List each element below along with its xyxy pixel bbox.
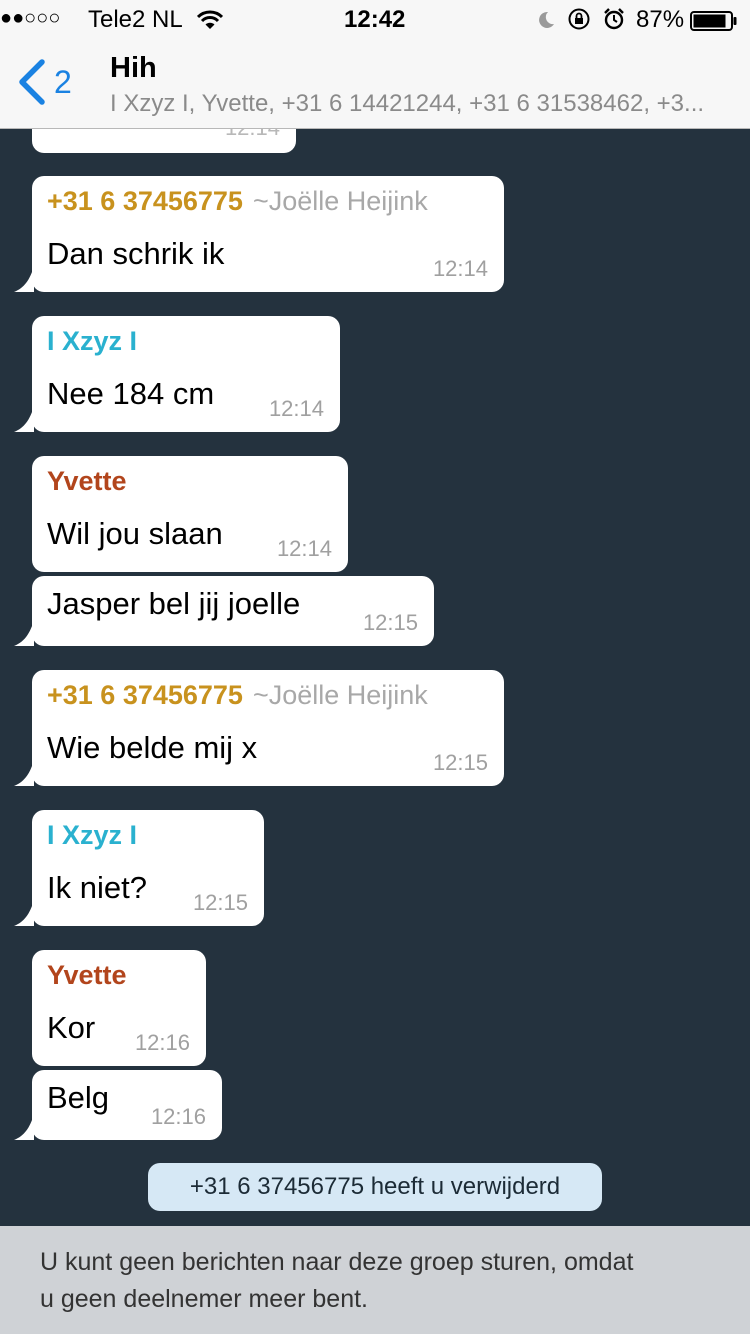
message-text: Jasper bel jij joelle — [47, 586, 301, 621]
message-time: 12:15 — [192, 890, 248, 915]
message-time: 12:14 — [268, 396, 324, 421]
message-time: 12:14 — [225, 129, 280, 141]
message-text: Dan schrik ik — [47, 236, 225, 271]
bubble-tail — [14, 760, 34, 786]
message-text: Nee 184 cm — [47, 376, 215, 411]
message-list[interactable]: 12:14 +31 6 37456775 ~Joëlle Heijink Dan … — [0, 129, 750, 1226]
message-time: 12:14 — [432, 256, 488, 281]
message-sender[interactable]: I Xzyz I — [47, 326, 137, 357]
sender-number: +31 6 37456775 — [47, 186, 243, 216]
carrier-label: Tele2 NL — [88, 6, 183, 33]
bubble-tail — [14, 900, 34, 926]
message-bubble[interactable]: +31 6 37456775 ~Joëlle Heijink Dan schrik… — [14, 176, 504, 292]
message-bubble[interactable]: Yvette Kor 12:16 — [32, 950, 206, 1066]
message-bubble[interactable]: +31 6 37456775 ~Joëlle Heijink Wie belde … — [14, 670, 504, 786]
sender-pushname: ~Joëlle Heijink — [252, 186, 428, 216]
signal-strength-icon: ●●○○○ — [0, 7, 61, 29]
notice-line-1: U kunt geen berichten naar deze groep st… — [40, 1248, 634, 1276]
battery-percentage: 87% — [636, 6, 685, 33]
message-text: Wil jou slaan — [47, 516, 223, 551]
message-bubble[interactable]: Yvette Wil jou slaan 12:14 — [32, 456, 348, 572]
message-time: 12:16 — [134, 1030, 190, 1055]
message-sender[interactable]: +31 6 37456775 ~Joëlle Heijink — [47, 186, 428, 217]
message-bubble[interactable]: I Xzyz I Nee 184 cm 12:14 — [14, 316, 340, 432]
wifi-icon — [196, 9, 224, 37]
message-text: Kor — [47, 1010, 96, 1045]
battery-icon — [690, 10, 738, 38]
message-text: Wie belde mij x — [47, 730, 258, 765]
system-message: +31 6 37456775 heeft u verwijderd — [148, 1163, 602, 1211]
message-bubble[interactable]: 12:14 — [32, 129, 296, 153]
message-time: 12:14 — [276, 536, 332, 561]
clock-label: 12:42 — [344, 6, 406, 33]
moon-icon — [536, 9, 556, 37]
sender-number: +31 6 37456775 — [47, 680, 243, 710]
bubble-tail — [14, 1114, 34, 1140]
group-info[interactable]: Hih I Xzyz I, Yvette, +31 6 14421244, +3… — [100, 40, 750, 128]
chat-header: 2 Hih I Xzyz I, Yvette, +31 6 14421244, … — [0, 40, 750, 129]
back-button[interactable]: 2 — [0, 40, 96, 128]
message-sender[interactable]: +31 6 37456775 ~Joëlle Heijink — [47, 680, 428, 711]
group-participants: I Xzyz I, Yvette, +31 6 14421244, +31 6 … — [110, 90, 705, 117]
message-sender[interactable]: Yvette — [47, 960, 127, 991]
read-only-notice-text: U kunt geen berichten naar deze groep st… — [40, 1244, 720, 1318]
message-time: 12:15 — [362, 610, 418, 635]
bubble-tail — [14, 266, 34, 292]
message-text: Ik niet? — [47, 870, 147, 905]
notice-line-2: u geen deelnemer meer bent. — [40, 1285, 368, 1313]
chevron-left-icon — [19, 59, 45, 105]
message-bubble[interactable]: Belg 12:16 — [14, 1070, 222, 1140]
message-sender[interactable]: Yvette — [47, 466, 127, 497]
alarm-icon — [603, 8, 625, 37]
bubble-tail — [14, 406, 34, 432]
group-title: Hih — [110, 52, 157, 84]
message-bubble[interactable]: Jasper bel jij joelle 12:15 — [14, 576, 434, 646]
read-only-notice: U kunt geen berichten naar deze groep st… — [0, 1226, 750, 1334]
message-sender[interactable]: I Xzyz I — [47, 820, 137, 851]
unread-chats-count: 2 — [54, 64, 72, 100]
message-bubble[interactable]: I Xzyz I Ik niet? 12:15 — [14, 810, 264, 926]
sender-pushname: ~Joëlle Heijink — [252, 680, 428, 710]
status-bar: ●●○○○ Tele2 NL 12:42 87% — [0, 0, 750, 40]
message-time: 12:16 — [150, 1104, 206, 1129]
bubble-tail — [14, 620, 34, 646]
message-text: Belg — [47, 1080, 110, 1115]
message-time: 12:15 — [432, 750, 488, 775]
rotation-lock-icon — [568, 8, 590, 37]
